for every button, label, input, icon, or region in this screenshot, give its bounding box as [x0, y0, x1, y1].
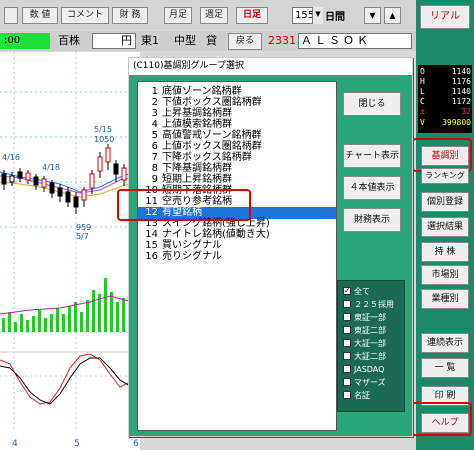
checkbox-nikkei225[interactable]: ２２５採用: [343, 299, 394, 310]
daily-button[interactable]: 日足: [236, 7, 268, 24]
scroll-down-button[interactable]: ▼: [364, 7, 381, 24]
trend-group-dialog: (C110)基調別グループ選択 1 底値ゾーン銘柄群 2 下値ボックス圏銘柄群 3上…: [117, 57, 413, 437]
back-button[interactable]: 戻る: [228, 33, 262, 50]
checkbox-icon[interactable]: [343, 300, 351, 308]
size-label: 中型: [174, 34, 196, 47]
quote-volume: V 399800: [420, 118, 471, 127]
industry-button[interactable]: 業種別: [421, 289, 469, 309]
chart-label-date-2: 4/18: [42, 163, 60, 172]
checkbox-mothers[interactable]: マザーズ: [343, 377, 386, 388]
individual-register-button[interactable]: 個別登録: [421, 192, 469, 212]
period-unit-label: 日間: [325, 12, 345, 23]
currency-field: 円: [92, 33, 136, 49]
market-filter-panel: 全て ２２５採用 東証一部 東証二部 大証一部 大証二部 JASDAQ マザーズ…: [337, 280, 405, 412]
ranking-button[interactable]: ランキング: [421, 168, 469, 184]
chart-label-low-price: 959: [76, 223, 91, 232]
numbers-button[interactable]: 数 値: [22, 7, 58, 24]
right-panel: リアル O 1140 H 1176 L 1140 C 1172 ±32 V 399800 …: [406, 0, 474, 450]
checkbox-icon[interactable]: [343, 313, 351, 321]
checkbox-icon[interactable]: [343, 391, 351, 399]
holdings-button[interactable]: 持 株: [421, 242, 469, 262]
group-list[interactable]: 1 底値ゾーン銘柄群 2 下値ボックス圏銘柄群 3 上昇基調銘柄群 4 上値模索銘柄群 …: [137, 81, 337, 431]
monthly-button[interactable]: 月足: [164, 7, 192, 24]
weekly-button[interactable]: 週足: [200, 7, 228, 24]
checkbox-icon[interactable]: [343, 378, 351, 386]
help-highlight: [406, 402, 472, 436]
dialog-title: (C110)基調別グループ選択: [129, 58, 412, 75]
x-axis-label-june: 6: [133, 439, 139, 449]
quote-high: H 1176: [420, 77, 471, 86]
stock-chart: 5/15 1050 4/16 4/18 959 5/7 4 5 6: [0, 52, 140, 450]
list-button[interactable]: 一 覧: [421, 358, 469, 378]
chart-label-peak-date: 5/15: [94, 125, 112, 134]
checkbox-tse2[interactable]: 東証二部: [343, 325, 386, 336]
checkbox-icon[interactable]: [343, 326, 351, 334]
checkbox-ose1[interactable]: 大証一部: [343, 338, 386, 349]
chart-label-low-date: 5/7: [76, 232, 89, 241]
top-toolbar: 数 値 コメント 財 務 月足 週足 日足 155 ▼ 日間 ▼ ▲: [0, 0, 416, 30]
trend-group-highlight: [412, 138, 472, 172]
chart-label-peak-price: 1050: [94, 135, 114, 144]
quote-box: O 1140 H 1176 L 1140 C 1172 ±32 V 399800: [418, 65, 472, 133]
selected-item-highlight: [117, 189, 251, 221]
scroll-up-button[interactable]: ▲: [384, 7, 401, 24]
selection-result-button[interactable]: 選択結果: [421, 217, 469, 237]
x-axis-label-april: 4: [12, 439, 18, 449]
checkbox-icon[interactable]: [343, 339, 351, 347]
quote-low: L 1140: [420, 87, 471, 96]
toolbar-button-menu[interactable]: [4, 7, 18, 24]
continuous-display-button[interactable]: 連続表示: [421, 333, 469, 353]
quote-open: O 1140: [420, 67, 471, 76]
comment-button[interactable]: コメント: [61, 7, 109, 24]
checkbox-jasdaq[interactable]: JASDAQ: [343, 364, 384, 375]
chart-canvas: 5/15 1050 4/16 4/18 959 5/7 4 5 6: [0, 52, 140, 449]
x-axis-label-may: 5: [74, 439, 80, 449]
time-display: :00: [0, 33, 50, 49]
quote-close: C 1172: [420, 97, 471, 106]
finance-button[interactable]: 財 務: [112, 7, 148, 24]
finance-display-button[interactable]: 財務表示: [343, 208, 401, 232]
list-item[interactable]: 16 売りシグナル: [144, 251, 334, 263]
chart-label-date-1: 4/16: [2, 153, 20, 162]
market-label: 東1: [141, 34, 159, 47]
unit-label: 百株: [58, 34, 80, 47]
checkbox-icon[interactable]: [343, 352, 351, 360]
chart-display-button[interactable]: チャート表示: [343, 144, 401, 168]
stock-header: :00 百株 円 東1 中型 貸 戻る 2331 ＡＬＳＯＫ: [0, 31, 416, 51]
checkbox-tse1[interactable]: 東証一部: [343, 312, 386, 323]
stock-name: ＡＬＳＯＫ: [298, 33, 412, 49]
close-button[interactable]: 閉じる: [343, 92, 401, 116]
checkbox-nse[interactable]: 名証: [343, 390, 370, 401]
period-dropdown-arrow-icon[interactable]: ▼: [312, 7, 323, 24]
stock-code: 2331: [268, 34, 296, 47]
four-values-button[interactable]: ４本値表示: [343, 176, 401, 200]
checkbox-ose2[interactable]: 大証二部: [343, 351, 386, 362]
checkbox-checked-icon[interactable]: [343, 285, 351, 296]
checkbox-all[interactable]: 全て: [343, 285, 370, 297]
market-button[interactable]: 市場別: [421, 265, 469, 285]
realtime-button[interactable]: リアル: [420, 5, 470, 29]
lending-label: 貸: [206, 34, 217, 47]
quote-change: ±32: [420, 107, 471, 116]
checkbox-icon[interactable]: [343, 365, 351, 373]
